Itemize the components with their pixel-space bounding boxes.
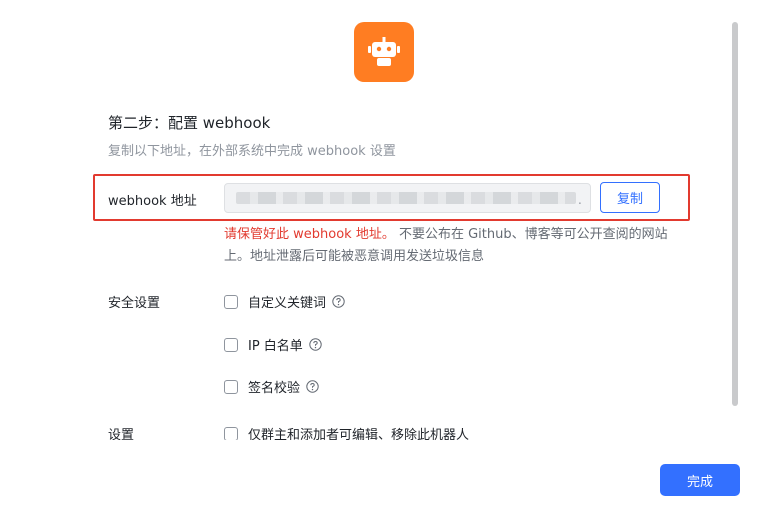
step-title: 第二步：配置 webhook [108,114,271,132]
step-subtitle: 复制以下地址，在外部系统中完成 webhook 设置 [108,144,396,159]
option-ip-whitelist[interactable]: IP 白名单 [224,335,322,354]
copy-button[interactable]: 复制 [600,182,660,213]
done-button[interactable]: 完成 [660,464,740,496]
checkbox[interactable] [224,337,238,352]
question-circle-icon[interactable] [309,338,322,351]
security-label: 安全设置 [108,296,161,311]
checkbox[interactable] [224,379,238,394]
warning-highlight: 请保管好此 webhook 地址。 [224,227,395,242]
robot-icon [354,22,414,82]
webhook-url-suffix: . [578,193,582,207]
dialog-footer [0,440,768,508]
option-label: 签名校验 [248,381,301,396]
option-signature[interactable]: 签名校验 [224,377,319,396]
checkbox[interactable] [224,294,238,309]
option-label: 自定义关键词 [248,296,327,311]
question-circle-icon[interactable] [306,380,319,393]
webhook-warning: 请保管好此 webhook 地址。 不要公布在 Github、博客等可公开查阅的… [224,224,674,268]
option-custom-keyword[interactable]: 自定义关键词 [224,292,345,311]
webhook-url-masked [236,192,576,204]
scrollbar-thumb[interactable] [732,22,738,406]
webhook-label: webhook 地址 [108,194,197,209]
checkbox[interactable] [224,426,238,440]
scrollbar[interactable] [730,22,740,406]
option-label: IP 白名单 [248,339,303,354]
question-circle-icon[interactable] [332,295,345,308]
option-label: 仅群主和添加者可编辑、移除此机器人 [248,428,470,440]
dialog-content: 第二步：配置 webhook 复制以下地址，在外部系统中完成 webhook 设… [0,0,740,440]
settings-label: 设置 [108,428,135,440]
option-owner-edit[interactable]: 仅群主和添加者可编辑、移除此机器人 [224,424,469,440]
